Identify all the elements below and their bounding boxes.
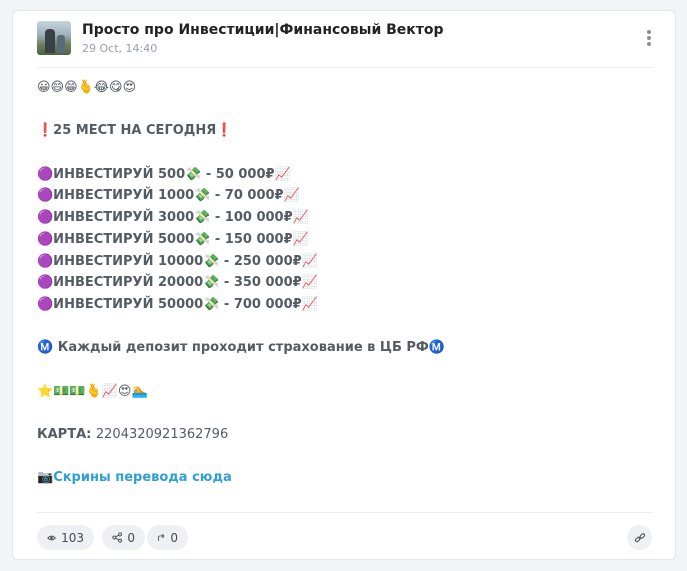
- message-line: [37, 316, 653, 338]
- message-line: 🟣ИНВЕСТИРУЙ 5000💸 - 150 000₽📈: [37, 231, 309, 247]
- divider: [37, 512, 653, 513]
- camera-icon: 📷: [37, 470, 54, 486]
- link-icon: [634, 532, 645, 542]
- shares-count: 0: [127, 530, 135, 545]
- divider: [37, 67, 653, 68]
- share-button[interactable]: 0: [102, 525, 145, 550]
- message-line: 🟣ИНВЕСТИРУЙ 1000💸 - 70 000₽📈: [37, 188, 300, 204]
- post-card: Просто про Инвестиции|Финансовый Вектор …: [12, 10, 676, 560]
- channel-name[interactable]: Просто про Инвестиции|Финансовый Вектор: [82, 22, 444, 38]
- avatar-figure-2: [57, 35, 65, 53]
- more-vertical-icon[interactable]: [641, 28, 657, 48]
- post-body: 😀😄😁🫰😂😋😍 ❗25 МЕСТ НА СЕГОДНЯ❗ 🟣ИНВЕСТИРУЙ…: [37, 77, 653, 489]
- message-line: 🟣ИНВЕСТИРУЙ 50000💸 - 700 000₽📈: [37, 296, 318, 312]
- share-icon: [112, 532, 123, 543]
- message-line: Ⓜ️ Каждый депозит проходит страхование в…: [37, 340, 446, 356]
- message-line: [37, 359, 653, 381]
- message-line: 🟣ИНВЕСТИРУЙ 20000💸 - 350 000₽📈: [37, 275, 318, 291]
- avatar-figure: [45, 29, 55, 53]
- card-number: 2204320921362796: [95, 427, 229, 442]
- message-line: 🟣ИНВЕСТИРУЙ 3000💸 - 100 000₽📈: [37, 210, 309, 226]
- screens-link[interactable]: Скрины перевода сюда: [53, 470, 232, 485]
- forwards-count: 0: [170, 530, 178, 545]
- card-label: КАРТА:: [37, 427, 92, 442]
- forward-button[interactable]: 0: [147, 525, 188, 550]
- message-line: 😀😄😁🫰😂😋😍: [37, 80, 137, 95]
- message-line: [37, 99, 653, 121]
- channel-avatar[interactable]: [37, 21, 71, 55]
- message-line: 🟣ИНВЕСТИРУЙ 500💸 - 50 000₽📈: [37, 166, 291, 182]
- message-line: ❗25 МЕСТ НА СЕГОДНЯ❗: [37, 123, 233, 139]
- eye-icon: [47, 535, 56, 540]
- views-counter[interactable]: 103: [37, 525, 94, 550]
- message-line: ⭐💵💵🫰📈😍🏊: [37, 383, 148, 399]
- message-line: [37, 142, 653, 164]
- views-count: 103: [61, 530, 84, 545]
- screens-line: 📷Скрины перевода сюда: [37, 467, 653, 489]
- copy-link-button[interactable]: [627, 525, 652, 550]
- card-line: КАРТА: 2204320921362796: [37, 424, 653, 446]
- post-date: 29 Oct, 14:40: [82, 42, 158, 55]
- message-line: 🟣ИНВЕСТИРУЙ 10000💸 - 250 000₽📈: [37, 253, 318, 269]
- message-line: [37, 402, 653, 424]
- message-line: [37, 446, 653, 468]
- forward-arrow-icon: [158, 533, 165, 541]
